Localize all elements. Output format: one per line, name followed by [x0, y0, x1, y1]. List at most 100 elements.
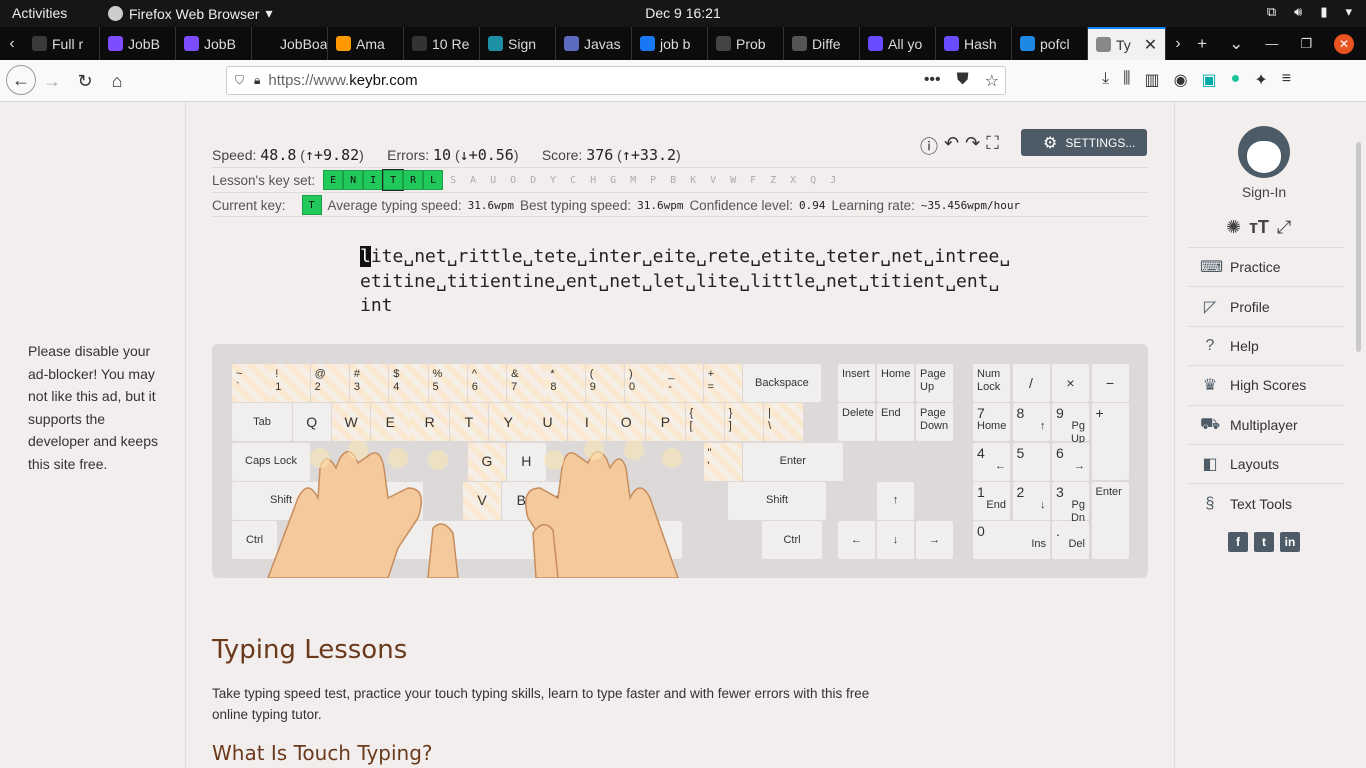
key-tab[interactable]: Tab — [232, 403, 292, 442]
key-numpad-dot[interactable]: . Del — [1052, 521, 1089, 560]
key-numpad-6[interactable]: 6 → — [1052, 442, 1089, 481]
key-enter[interactable]: Enter — [742, 442, 843, 481]
key-numpad-divide[interactable]: / — [1012, 364, 1050, 402]
close-tab-icon[interactable]: ✕ — [1144, 35, 1157, 55]
key-2[interactable]: @2 — [310, 364, 350, 402]
expand-icon[interactable]: ⤢ — [1277, 217, 1291, 238]
key-symbol[interactable]: }] — [724, 403, 764, 442]
undo-icon[interactable]: ↶ — [944, 133, 959, 159]
key-arrow-left[interactable]: ← — [838, 521, 875, 560]
key-p[interactable]: P — [646, 403, 685, 442]
key-numpad-2[interactable]: 2 ↓ — [1012, 481, 1050, 520]
key-page-up[interactable]: Page Up — [916, 364, 953, 402]
key-4[interactable]: $4 — [389, 364, 428, 402]
lock-icon[interactable]: 🔒︎ — [254, 73, 260, 88]
browser-tab[interactable]: JobBoar — [252, 27, 328, 60]
back-button[interactable]: ← — [6, 65, 36, 95]
grammarly-icon[interactable]: ● — [1231, 70, 1241, 90]
reload-button[interactable]: ↻ — [71, 67, 99, 95]
key-0[interactable]: ) 0 — [625, 364, 664, 402]
linkedin-icon[interactable]: in — [1280, 532, 1300, 552]
key-5[interactable]: % 5 — [428, 364, 467, 402]
sidebar-item-multiplayer[interactable]: ⛟ Multiplayer — [1188, 404, 1344, 444]
browser-tab[interactable]: Javas — [556, 27, 632, 60]
browser-tab[interactable]: JobB — [176, 27, 252, 60]
key-1[interactable]: ! 1 — [271, 364, 310, 402]
key-6[interactable]: ^ 6 — [467, 364, 507, 402]
key-o[interactable]: O — [606, 403, 646, 442]
key-ctrl-right[interactable]: Ctrl — [762, 521, 822, 560]
browser-tab[interactable]: Diffe — [784, 27, 860, 60]
browser-tab[interactable]: JobB — [100, 27, 176, 60]
key-end[interactable]: End — [877, 403, 914, 442]
browser-tab[interactable]: pofcl — [1012, 27, 1088, 60]
key-symbol[interactable]: | \ — [764, 403, 803, 442]
key-=[interactable]: + = — [703, 364, 743, 402]
forward-button[interactable]: → — [38, 67, 66, 95]
fullscreen-icon[interactable]: ⛶ — [986, 133, 999, 159]
key-numpad-multiply[interactable]: × — [1052, 364, 1089, 402]
app-menu[interactable]: Firefox Web Browser ▾ — [108, 5, 272, 22]
key-numpad-7[interactable]: 7 Home — [973, 403, 1010, 442]
new-tab-button[interactable]: + — [1197, 34, 1207, 54]
sidebar-item-profile[interactable]: ◸ Profile — [1188, 286, 1344, 325]
key-numpad-4[interactable]: 4 ← — [973, 442, 1010, 481]
key-symbol[interactable]: {[ — [685, 403, 724, 442]
browser-tab[interactable]: Ama — [328, 27, 404, 60]
extension-icon[interactable]: ▣ — [1202, 70, 1217, 90]
key-r[interactable]: R — [410, 403, 449, 442]
account-icon[interactable]: ◉ — [1174, 70, 1188, 90]
sidebar-icon[interactable]: ▥ — [1144, 70, 1159, 90]
browser-tab[interactable]: job b — [632, 27, 708, 60]
list-all-tabs-button[interactable]: ⌄ — [1229, 34, 1243, 54]
key-y[interactable]: Y — [489, 403, 528, 442]
browser-tab[interactable]: Sign — [480, 27, 556, 60]
address-bar[interactable]: ⛉ 🔒︎ https://www.keybr.com ••• ⛊ ☆ — [226, 66, 1006, 95]
scrollbar[interactable] — [1356, 142, 1361, 352]
browser-tab[interactable]: 10 Re — [404, 27, 480, 60]
font-size-icon[interactable]: тT — [1249, 217, 1269, 238]
key-u[interactable]: U — [528, 403, 567, 442]
scroll-tabs-left-button[interactable]: ‹ — [0, 27, 24, 60]
page-actions-icon[interactable]: ••• — [924, 71, 941, 91]
key-w[interactable]: W — [331, 403, 371, 442]
browser-tab[interactable]: All yo — [860, 27, 936, 60]
theme-settings-icon[interactable]: ✺ — [1226, 217, 1241, 238]
extension-icon[interactable]: ✦ — [1254, 70, 1267, 90]
help-icon[interactable]: ⓘ — [920, 133, 938, 159]
redo-icon[interactable]: ↷ — [965, 133, 980, 159]
key-i[interactable]: I — [567, 403, 607, 442]
key-numpad-9[interactable]: 9 Pg Up — [1052, 403, 1089, 445]
home-button[interactable]: ⌂ — [103, 67, 131, 95]
key-delete[interactable]: Delete — [838, 403, 875, 442]
scroll-tabs-right-button[interactable]: › — [1166, 27, 1190, 60]
key-arrow-right[interactable]: → — [916, 521, 953, 560]
key-num-lock[interactable]: Num Lock — [973, 364, 1010, 402]
key-backspace[interactable]: Backspace — [742, 364, 821, 402]
settings-button[interactable]: ⚙ SETTINGS... — [1021, 129, 1147, 156]
browser-tab[interactable]: Hash — [936, 27, 1012, 60]
lesson-text[interactable]: lite␣net␣rittle␣tete␣inter␣eite␣rete␣eti… — [360, 245, 1020, 319]
key-8[interactable]: * 8 — [546, 364, 585, 402]
twitter-icon[interactable]: t — [1254, 532, 1274, 552]
system-tray[interactable]: ⧉ 🔊︎ ▮ ▾ — [1267, 4, 1352, 20]
library-icon[interactable]: ⫼ — [1123, 70, 1130, 90]
menu-icon[interactable]: ≡ — [1282, 70, 1291, 90]
key-numpad-1[interactable]: 1 End — [973, 481, 1010, 520]
key-shift-right[interactable]: Shift — [728, 481, 826, 520]
facebook-icon[interactable]: f — [1228, 532, 1248, 552]
key-numpad-plus[interactable]: + — [1091, 403, 1129, 481]
browser-tab[interactable]: Full r — [24, 27, 100, 60]
sidebar-item-text-tools[interactable]: § Text Tools — [1188, 483, 1344, 522]
key-numpad-5[interactable]: 5 — [1012, 442, 1050, 481]
browser-tab[interactable]: Ty ✕ — [1088, 27, 1166, 60]
pocket-icon[interactable]: ⛊ — [957, 71, 969, 91]
sidebar-item-high-scores[interactable]: ♛ High Scores — [1188, 365, 1344, 404]
url-text[interactable]: https://www.keybr.com — [268, 72, 417, 89]
sidebar-item-layouts[interactable]: ◧ Layouts — [1188, 443, 1344, 483]
bookmark-star-icon[interactable]: ☆ — [985, 71, 999, 91]
key-7[interactable]: & 7 — [507, 364, 546, 402]
key-page-down[interactable]: Page Down — [916, 403, 953, 442]
tracking-protection-icon[interactable]: ⛉ — [235, 73, 244, 88]
key-`[interactable]: ~ ` — [232, 364, 271, 402]
